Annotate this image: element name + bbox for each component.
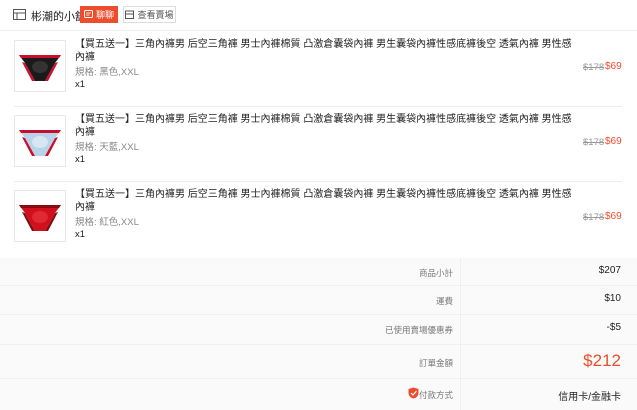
item-divider (14, 106, 622, 107)
product-thumbnail[interactable] (14, 115, 66, 167)
sale-price: $69 (605, 136, 622, 147)
payment-value: 信用卡/金融卡 (558, 392, 621, 403)
product-title[interactable]: 【買五送一】三角內褲男 后空三角褲 男士內褲棉質 凸激倉囊袋內褲 男生囊袋內褲性… (75, 188, 580, 214)
shop-header: 彬潮的小舖 聊聊 查看賣場 (0, 0, 637, 30)
order-item[interactable]: 【買五送一】三角內褲男 后空三角褲 男士內褲棉質 凸激倉囊袋內褲 男生囊袋內褲性… (0, 109, 637, 181)
product-variation: 規格: 黑色,XXL (75, 67, 139, 78)
coupon-value: -$5 (606, 322, 621, 333)
subtotal-label: 商品小計 (418, 268, 453, 278)
shipping-label: 運費 (435, 296, 453, 306)
store-icon (125, 10, 135, 19)
sale-price: $69 (605, 61, 622, 72)
product-variation: 規格: 紅色,XXL (75, 217, 139, 228)
payment-row: 付款方式 信用卡/金融卡 (0, 379, 637, 410)
product-quantity: x1 (75, 229, 86, 240)
original-price: $178 (583, 212, 605, 223)
coupon-row: 已使用賣場優惠券 -$5 (0, 315, 637, 343)
order-item[interactable]: 【買五送一】三角內褲男 后空三角褲 男士內褲棉質 凸激倉囊袋內褲 男生囊袋內褲性… (0, 34, 637, 106)
original-price: $178 (583, 137, 605, 148)
shop-icon (13, 9, 26, 20)
chat-icon (83, 10, 93, 18)
briefs-image-icon (19, 130, 61, 156)
original-price: $178 (583, 62, 605, 73)
product-title[interactable]: 【買五送一】三角內褲男 后空三角褲 男士內褲棉質 凸激倉囊袋內褲 男生囊袋內褲性… (75, 113, 580, 139)
total-value: $212 (583, 351, 621, 370)
shop-name[interactable]: 彬潮的小舖 (31, 8, 86, 24)
product-title[interactable]: 【買五送一】三角內褲男 后空三角褲 男士內褲棉質 凸激倉囊袋內褲 男生囊袋內褲性… (75, 38, 580, 64)
product-quantity: x1 (75, 154, 86, 165)
coupon-label: 已使用賣場優惠券 (384, 325, 453, 335)
payment-label: 付款方式 (418, 390, 453, 400)
product-thumbnail[interactable] (14, 40, 66, 92)
total-row: 訂單金額 $212 (0, 345, 637, 377)
product-thumbnail[interactable] (14, 190, 66, 242)
order-item[interactable]: 【買五送一】三角內褲男 后空三角褲 男士內褲棉質 凸激倉囊袋內褲 男生囊袋內褲性… (0, 184, 637, 256)
chat-button[interactable]: 聊聊 (80, 6, 118, 23)
product-variation: 規格: 天藍,XXL (75, 142, 139, 153)
product-quantity: x1 (75, 79, 86, 90)
chat-button-label: 聊聊 (95, 10, 114, 20)
shipping-row: 運費 $10 (0, 286, 637, 314)
total-label: 訂單金額 (418, 358, 453, 368)
order-summary: 商品小計 $207 運費 $10 已使用賣場優惠券 -$5 訂單金額 $212 … (0, 258, 637, 410)
shipping-value: $10 (604, 293, 621, 304)
header-divider (0, 30, 637, 31)
view-shop-button[interactable]: 查看賣場 (123, 6, 176, 23)
sale-price: $69 (605, 211, 622, 222)
item-divider (14, 181, 622, 182)
shield-icon (408, 387, 419, 399)
briefs-image-icon (19, 205, 61, 231)
subtotal-value: $207 (598, 265, 621, 276)
subtotal-row: 商品小計 $207 (0, 258, 637, 284)
view-shop-button-label: 查看賣場 (137, 10, 174, 20)
briefs-image-icon (19, 55, 61, 81)
